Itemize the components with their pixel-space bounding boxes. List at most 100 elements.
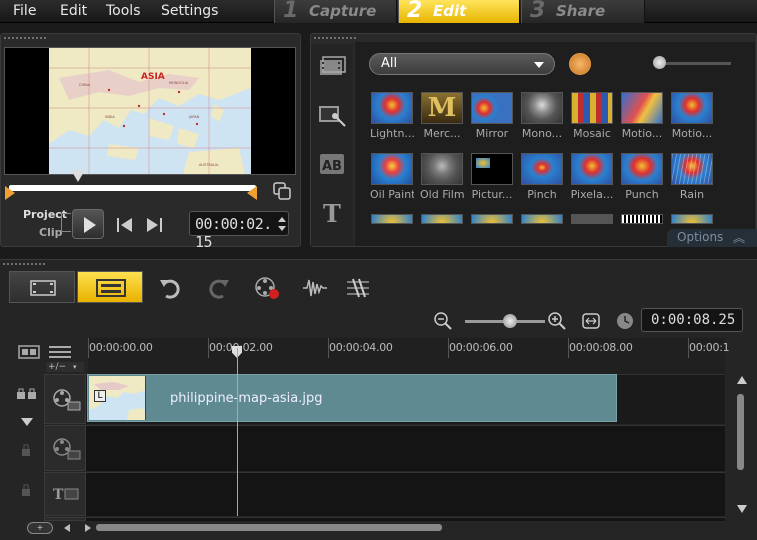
menu-settings[interactable]: Settings — [161, 3, 218, 19]
audio-mixer-icon[interactable] — [302, 276, 327, 300]
expand-tracks-icon[interactable] — [20, 412, 34, 431]
add-remove-tracks[interactable]: +/− ▾ — [46, 362, 84, 372]
step-label: Share — [556, 2, 606, 20]
thumbnail-size-knob[interactable] — [653, 56, 666, 69]
insert-track-button[interactable]: + — [27, 522, 53, 534]
effect-thumbnail — [471, 153, 513, 185]
preview-panel: CHINA MONGOLIA INDIA JAPAN AUSTRALIA ASIA … — [0, 33, 301, 251]
effect-item[interactable]: Punch — [620, 153, 664, 201]
svg-text:JAPAN: JAPAN — [188, 115, 200, 119]
timeline-vertical-scrollbar[interactable] — [737, 394, 744, 470]
undo-icon[interactable] — [158, 276, 182, 300]
effect-label: Motio... — [621, 127, 663, 140]
effect-item[interactable]: Pixela... — [570, 153, 614, 201]
zoom-out-icon[interactable] — [434, 312, 452, 334]
text-icon[interactable]: T — [317, 198, 347, 228]
effect-thumbnail — [621, 153, 663, 185]
options-button[interactable]: Options ︽ — [667, 229, 757, 247]
lock-icon[interactable] — [20, 482, 32, 501]
scroll-down-icon[interactable] — [737, 505, 747, 513]
storyboard-view-button[interactable] — [9, 271, 75, 303]
next-frame-button[interactable] — [145, 217, 163, 237]
play-button[interactable] — [72, 209, 104, 239]
mode-connector — [61, 213, 71, 214]
effect-label: Punch — [625, 188, 659, 201]
timeline-ruler[interactable]: 00:00:00.00 00:00:02.00 00:00:04.00 00:0… — [88, 338, 730, 374]
thumbnail-size-slider[interactable] — [655, 62, 731, 65]
effects-row-partial — [371, 214, 751, 224]
tab-capture[interactable]: 1 Capture — [274, 0, 397, 23]
timeline-view-button[interactable] — [77, 271, 143, 303]
effect-item[interactable]: Rain — [670, 153, 714, 201]
effect-thumbnail — [571, 92, 613, 124]
tab-share[interactable]: 3 Share — [521, 0, 645, 23]
svg-text:T: T — [53, 487, 64, 503]
panel-grip[interactable] — [2, 262, 46, 266]
auto-music-icon[interactable] — [345, 276, 369, 300]
zoom-in-icon[interactable] — [548, 312, 566, 334]
media-library-icon[interactable] — [317, 54, 347, 82]
effect-item[interactable]: Mosaic — [570, 92, 614, 140]
menu-edit[interactable]: Edit — [60, 3, 87, 19]
effect-item[interactable]: Pinch — [520, 153, 564, 201]
ruler-label: 00:00:08.00 — [569, 341, 633, 354]
tab-edit[interactable]: 2 Edit — [398, 0, 520, 23]
effect-thumbnail — [371, 92, 413, 124]
scroll-right-icon[interactable] — [85, 524, 91, 532]
effect-item[interactable]: M Merc... — [420, 92, 464, 140]
zoom-slider-knob[interactable] — [503, 314, 517, 328]
scroll-up-icon[interactable] — [737, 376, 747, 384]
timecode-stepper[interactable] — [277, 215, 287, 237]
title-icon[interactable]: AB — [317, 150, 347, 178]
title-track[interactable] — [44, 472, 725, 516]
track-list-icon[interactable] — [48, 344, 72, 364]
menu-tools[interactable]: Tools — [106, 3, 141, 19]
category-value: All — [381, 56, 398, 71]
effect-label: Motio... — [671, 127, 713, 140]
lock-icon[interactable] — [20, 442, 32, 461]
timecode-value: 00:00:02. 15 — [195, 215, 272, 251]
scrubber-knob[interactable] — [71, 170, 85, 182]
fit-to-window-icon[interactable] — [582, 312, 600, 334]
audio-track-header — [44, 517, 86, 521]
effect-item[interactable]: Pictur... — [470, 153, 514, 201]
lock-all-icon[interactable] — [16, 386, 40, 405]
redo-icon[interactable] — [207, 276, 231, 300]
scrubber-track[interactable] — [9, 185, 256, 191]
mode-clip[interactable]: Clip — [39, 226, 63, 239]
menu-file[interactable]: File — [13, 3, 36, 19]
audio-track[interactable] — [44, 517, 725, 521]
map-image: CHINA MONGOLIA INDIA JAPAN AUSTRALIA ASIA — [49, 48, 251, 174]
timeline-horizontal-scrollbar[interactable] — [96, 524, 442, 531]
timeline-panel: 0:00:08.25 +/− ▾ 00:00:00.00 00:00:02.00… — [0, 259, 757, 540]
scroll-left-icon[interactable] — [64, 524, 70, 532]
previous-frame-button[interactable] — [116, 217, 134, 237]
effect-item[interactable]: Mono... — [520, 92, 564, 140]
effect-item[interactable]: Lightn... — [370, 92, 414, 140]
effect-item[interactable]: Motio... — [620, 92, 664, 140]
library-panel: AB T All Lightn... M Merc... Mirror Mono… — [310, 33, 757, 247]
effect-thumbnail — [471, 92, 513, 124]
effect-item[interactable]: Oil Paint — [370, 153, 414, 201]
image-clip-icon: L — [94, 390, 106, 402]
preview-screen: CHINA MONGOLIA INDIA JAPAN AUSTRALIA ASIA — [4, 47, 296, 175]
timecode-field[interactable]: 00:00:02. 15 — [189, 211, 289, 251]
transitions-icon[interactable] — [317, 102, 347, 130]
effect-item[interactable]: Mirror — [470, 92, 514, 140]
overlay-track[interactable] — [44, 425, 725, 471]
effect-label: Mirror — [475, 127, 509, 140]
timeline-clip[interactable]: L philippine-map-asia.jpg — [87, 374, 617, 422]
effect-item[interactable]: Old Film — [420, 153, 464, 201]
panel-grip[interactable] — [3, 36, 47, 40]
svg-text:CHINA: CHINA — [79, 83, 91, 87]
track-manager-icon[interactable] — [18, 344, 42, 364]
effect-item[interactable]: Motio... — [670, 92, 714, 140]
project-duration-field: 0:00:08.25 — [641, 308, 743, 332]
panel-grip[interactable] — [313, 36, 357, 40]
record-capture-icon[interactable] — [255, 276, 279, 300]
category-dropdown[interactable]: All — [369, 53, 555, 75]
enlarge-preview-icon[interactable] — [273, 182, 291, 204]
ruler-label: 00:00:04.00 — [329, 341, 393, 354]
filter-effects-icon[interactable] — [569, 53, 591, 75]
title-track-header: T — [44, 472, 86, 516]
